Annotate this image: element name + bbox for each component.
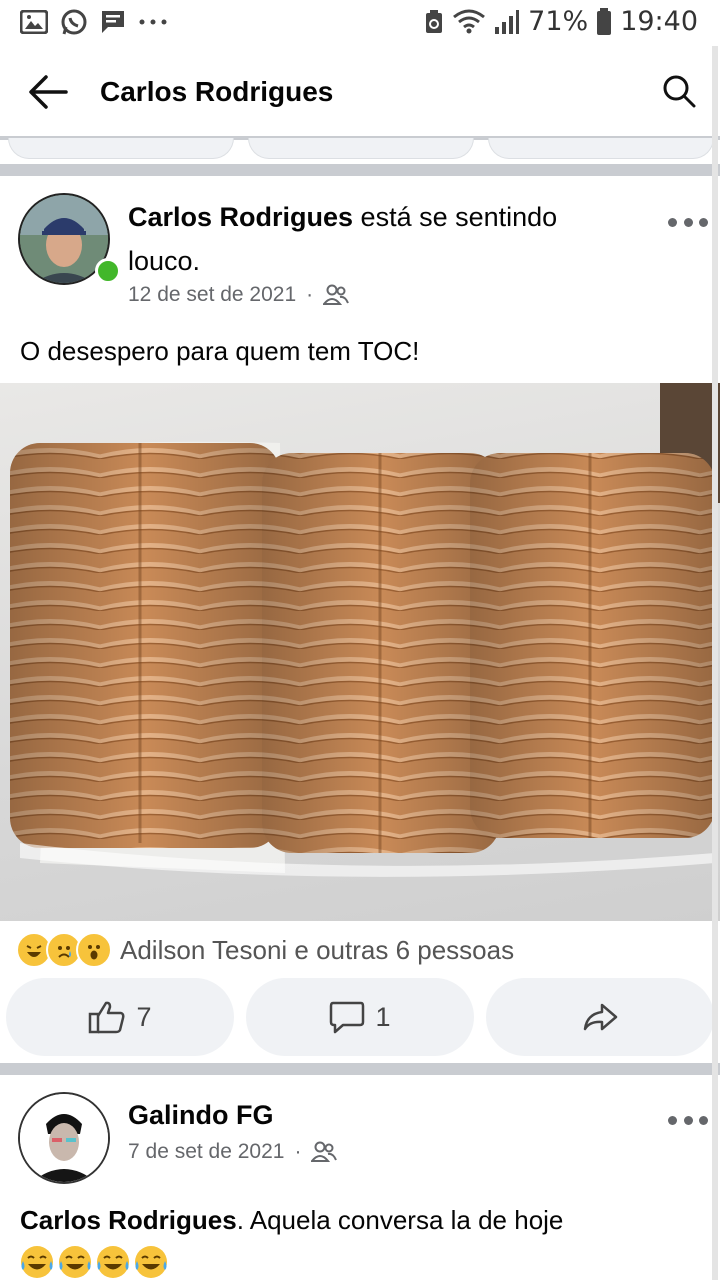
post-text-body: . Aquela conversa la de hoje — [236, 1205, 564, 1235]
wow-emoji-icon — [76, 932, 112, 968]
prev-share-pill[interactable] — [488, 138, 714, 159]
feeling-text: está se sentindo — [353, 202, 558, 232]
clock: 19:40 — [620, 6, 698, 37]
post-date[interactable]: 7 de set de 2021 — [128, 1140, 284, 1164]
author-name[interactable]: Carlos Rodrigues — [128, 202, 353, 232]
post-meta: 7 de set de 2021 · — [128, 1140, 338, 1164]
back-arrow-icon[interactable] — [28, 74, 68, 110]
tears-of-joy-icon — [59, 1246, 91, 1278]
author-name[interactable]: Galindo FG — [128, 1100, 274, 1130]
app-bar: Carlos Rodrigues — [0, 46, 720, 138]
mention-link[interactable]: Carlos Rodrigues — [20, 1205, 237, 1235]
post-header-text: Galindo FG — [128, 1093, 274, 1137]
post-text: O desespero para quem tem TOC! — [20, 336, 420, 366]
feeling-value: louco. — [128, 246, 201, 276]
reactions-summary[interactable]: Adilson Tesoni e outras 6 pessoas — [16, 930, 514, 970]
reactions-text[interactable]: Adilson Tesoni e outras 6 pessoas — [120, 935, 514, 966]
recycle-icon — [426, 9, 443, 33]
status-bar: 71% 19:40 — [0, 0, 720, 46]
friends-icon — [323, 284, 350, 305]
battery-icon — [597, 7, 612, 35]
page-title: Carlos Rodrigues — [100, 76, 334, 107]
wifi-icon — [453, 9, 486, 33]
tears-of-joy-icon — [135, 1246, 167, 1278]
scrollbar[interactable] — [712, 46, 718, 1280]
search-icon[interactable] — [662, 74, 696, 108]
comment-button[interactable]: 1 — [246, 978, 474, 1056]
like-button[interactable]: 7 — [6, 978, 234, 1056]
signal-icon — [495, 9, 520, 34]
battery-percent: 71% — [528, 6, 589, 37]
prev-comment-pill[interactable] — [248, 138, 474, 159]
tears-of-joy-icon — [97, 1246, 129, 1278]
like-count: 7 — [136, 1001, 152, 1032]
notification-icons — [20, 8, 168, 36]
share-icon — [583, 1003, 618, 1031]
share-button[interactable] — [486, 978, 714, 1056]
avatar[interactable] — [18, 1092, 110, 1184]
thumbs-up-icon — [89, 1001, 125, 1034]
post-meta: 12 de set de 2021 · — [128, 283, 350, 307]
friends-icon — [311, 1141, 338, 1162]
emoji-row — [20, 1245, 168, 1279]
online-indicator — [95, 258, 121, 284]
post-date[interactable]: 12 de set de 2021 — [128, 283, 296, 307]
tears-of-joy-icon — [21, 1246, 53, 1278]
more-dots-icon — [139, 19, 167, 25]
post-text: Carlos Rodrigues. Aquela conversa la de … — [20, 1205, 563, 1236]
message-icon — [102, 11, 124, 33]
comment-icon — [330, 1001, 365, 1034]
meta-separator: · — [294, 1140, 302, 1163]
gallery-icon — [20, 10, 48, 34]
whatsapp-icon — [61, 9, 87, 35]
prev-like-pill[interactable] — [8, 138, 234, 159]
post-photo[interactable] — [0, 383, 720, 921]
more-options-icon[interactable] — [668, 1116, 708, 1128]
post-separator — [0, 164, 720, 176]
post-separator-2 — [0, 1063, 720, 1075]
more-options-icon[interactable] — [668, 218, 708, 230]
meta-separator: · — [306, 283, 314, 306]
comment-count: 1 — [375, 1001, 391, 1032]
post-header-text: Carlos Rodrigues está se sentindo louco. — [128, 195, 648, 283]
